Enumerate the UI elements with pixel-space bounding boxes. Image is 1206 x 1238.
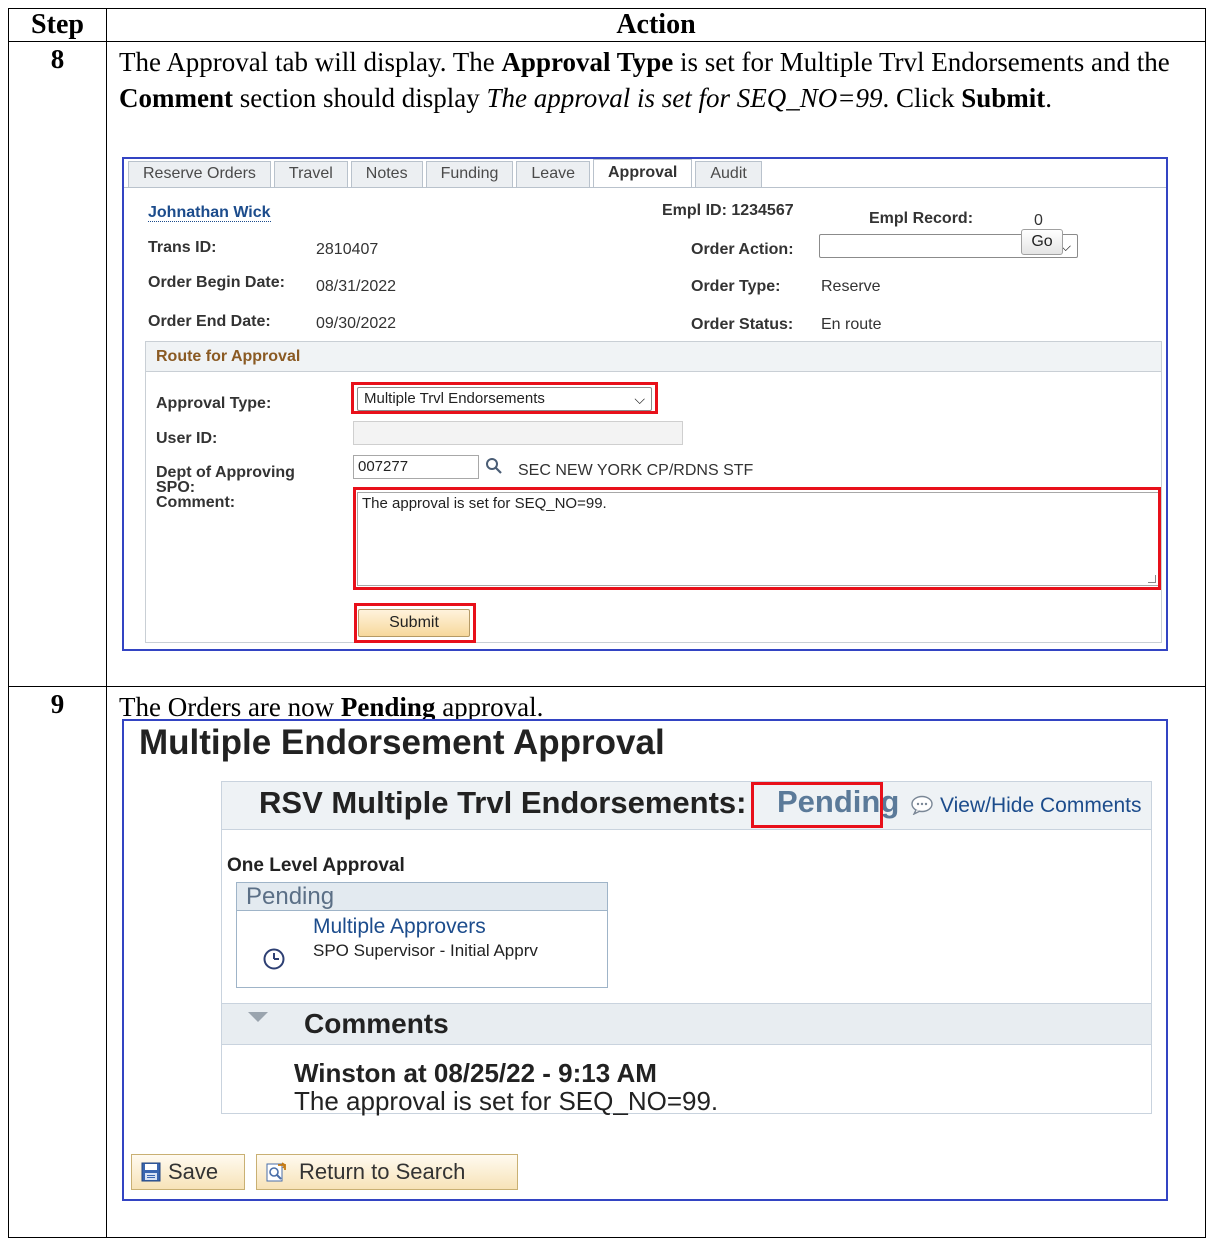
view-hide-comments-link[interactable]: View/Hide Comments [910, 794, 1142, 818]
submit-button[interactable]: Submit [358, 609, 470, 637]
comments-section-header[interactable]: Comments [222, 1003, 1151, 1045]
step-number-8: 8 [8, 41, 107, 687]
tab-audit[interactable]: Audit [695, 161, 762, 187]
order-type-value: Reserve [821, 278, 881, 295]
approval-type-select[interactable]: Multiple Trvl Endorsements ⌵ [357, 387, 652, 411]
empl-id: Empl ID: 1234567 [662, 202, 794, 219]
tab-divider [124, 187, 1166, 188]
save-icon [141, 1162, 161, 1182]
trans-id-label: Trans ID: [148, 239, 217, 256]
tab-approval[interactable]: Approval [593, 159, 693, 187]
order-action-label: Order Action: [691, 241, 794, 258]
begin-date-value: 08/31/2022 [316, 278, 397, 295]
user-id-field [353, 421, 683, 445]
trans-id-value: 2810407 [316, 241, 379, 258]
approval-header-title: RSV Multiple Trvl Endorsements: [259, 785, 747, 820]
go-button[interactable]: Go [1021, 229, 1063, 255]
approval-level: One Level Approval [227, 855, 405, 876]
tab-travel[interactable]: Travel [273, 161, 348, 187]
tab-leave[interactable]: Leave [516, 161, 590, 187]
page-title: Multiple Endorsement Approval [139, 723, 665, 762]
bold-approval-type: Approval Type [501, 47, 674, 77]
return-to-search-icon [266, 1162, 286, 1182]
empl-record-value: 0 [1034, 212, 1043, 229]
bold-pending: Pending [340, 692, 436, 722]
pending-approval-screenshot: Multiple Endorsement Approval RSV Multip… [122, 719, 1168, 1201]
stage-status: Pending [237, 883, 607, 911]
route-for-approval-title: Route for Approval [146, 342, 1161, 372]
tab-notes[interactable]: Notes [350, 161, 423, 187]
empl-record-label: Empl Record: [869, 210, 974, 227]
chevron-down-icon: ⌵ [634, 391, 645, 407]
comment-bubble-icon [911, 795, 933, 815]
collapse-triangle-icon[interactable] [248, 1012, 268, 1022]
employee-name-link[interactable]: Johnathan Wick [148, 204, 271, 222]
approval-type-label: Approval Type: [156, 395, 272, 412]
italic-comment-text: The approval is set for SEQ_NO=99 [486, 83, 883, 113]
tab-bar: Reserve Orders Travel Notes Funding Leav… [128, 159, 765, 187]
end-date-value: 09/30/2022 [316, 315, 397, 332]
approval-status: Pending [777, 784, 900, 819]
comment-author: Winston at 08/25/22 - 9:13 AM [294, 1058, 657, 1088]
step8-instruction: The Approval tab will display. The Appro… [119, 47, 1170, 113]
order-type-label: Order Type: [691, 278, 781, 295]
header-action: Action [106, 8, 1206, 42]
approval-header: RSV Multiple Trvl Endorsements: Pending … [222, 782, 1151, 830]
step-number-9: 9 [8, 686, 107, 1238]
order-status-value: En route [821, 316, 882, 333]
end-date-label: Order End Date: [148, 313, 271, 330]
clock-icon [263, 948, 285, 970]
bold-comment: Comment [119, 83, 233, 113]
approval-monitor: RSV Multiple Trvl Endorsements: Pending … [221, 781, 1152, 1116]
save-button[interactable]: Save [131, 1154, 245, 1190]
tab-funding[interactable]: Funding [425, 161, 514, 187]
dept-field[interactable]: 007277 [353, 455, 479, 479]
approval-stage: Pending Multiple Approvers SPO Superviso… [236, 882, 608, 988]
order-status-label: Order Status: [691, 316, 794, 333]
search-icon[interactable] [485, 457, 503, 480]
dept-description: SEC NEW YORK CP/RDNS STF [518, 462, 754, 479]
resize-handle[interactable] [1148, 575, 1156, 583]
tab-reserve-orders[interactable]: Reserve Orders [128, 161, 271, 187]
approver-role: SPO Supervisor - Initial Apprv [313, 941, 538, 960]
bold-submit: Submit [961, 83, 1046, 113]
comment-textarea[interactable]: The approval is set for SEQ_NO=99. [357, 492, 1159, 586]
return-to-search-button[interactable]: Return to Search [256, 1154, 518, 1190]
comments-title: Comments [304, 1008, 449, 1039]
comment-text: The approval is set for SEQ_NO=99. [294, 1086, 719, 1116]
header-step: Step [8, 8, 107, 42]
approval-tab-screenshot: Reserve Orders Travel Notes Funding Leav… [122, 157, 1168, 651]
comment-label: Comment: [156, 494, 236, 511]
user-id-label: User ID: [156, 430, 218, 447]
begin-date-label: Order Begin Date: [148, 274, 285, 291]
multiple-approvers-link[interactable]: Multiple Approvers [313, 915, 486, 939]
